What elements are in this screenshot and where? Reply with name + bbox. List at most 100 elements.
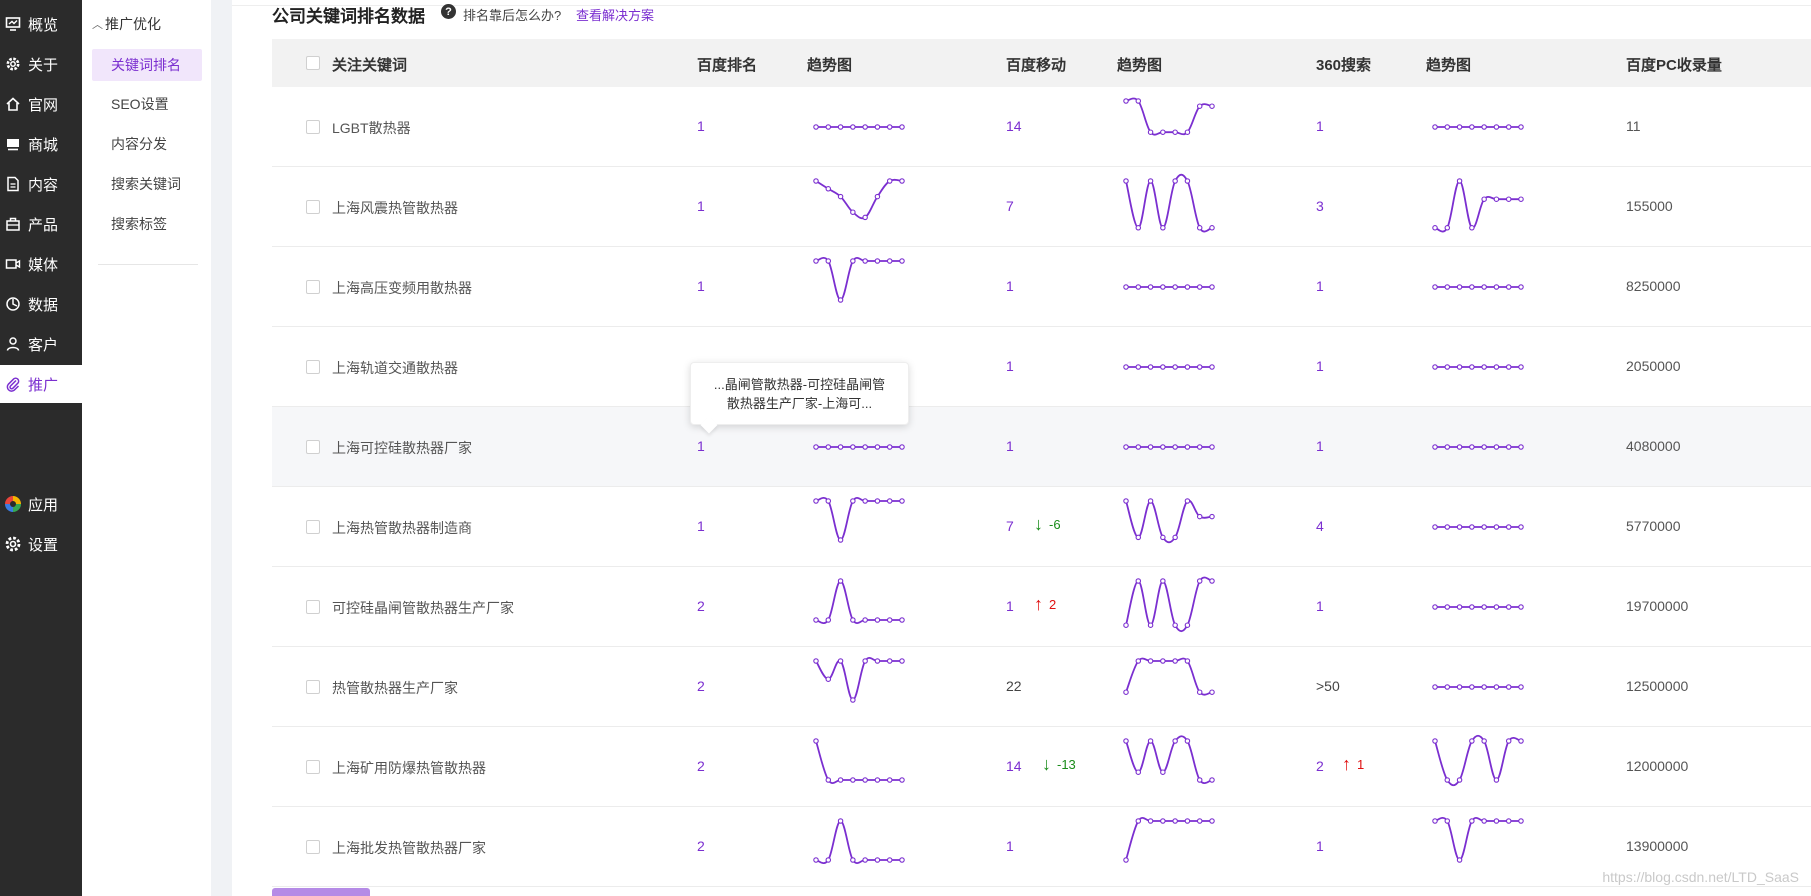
trend-point (1147, 444, 1154, 450)
subnav-item-search-keywords[interactable]: 搜索关键词 (92, 168, 202, 200)
sub-nav: ︿ 推广优化 关键词排名 SEO设置 内容分发 搜索关键词 搜索标签 (82, 0, 211, 896)
trend-point (1135, 364, 1142, 370)
nav-item-about[interactable]: 关于 (0, 45, 82, 83)
nav-item-customer[interactable]: 客户 (0, 325, 82, 363)
trend-point (1518, 604, 1524, 610)
baidu-rank-cell: 1 (697, 118, 705, 134)
bottom-action-button[interactable] (272, 888, 370, 896)
baidu-pc-index-cell: 13900000 (1626, 838, 1689, 854)
row-checkbox[interactable] (306, 520, 320, 534)
trend-point (1469, 738, 1475, 744)
row-checkbox[interactable] (306, 280, 320, 294)
nav-item-label: 设置 (28, 536, 59, 554)
trend-point (1135, 658, 1142, 664)
nav-item-website[interactable]: 官网 (0, 85, 82, 123)
trend-point (1135, 225, 1142, 231)
table-row[interactable]: LGBT散热器 1 14 1 11 (272, 87, 1811, 167)
trend-point (1147, 622, 1154, 628)
rank-change-value: 1 (1357, 757, 1365, 772)
baidu-rank-cell: 2 (697, 678, 705, 694)
table-row[interactable]: 上海矿用防爆热管散热器 2 14 2 12000000 ↓ -13 ↑ 1 (272, 727, 1811, 807)
trend-point (837, 124, 844, 130)
trend-point (1469, 225, 1475, 231)
keyword-cell: LGBT散热器 (332, 120, 411, 136)
mobile-trend-sparkline (1123, 97, 1215, 136)
trend-point (1209, 818, 1215, 824)
subnav-item-search-tags[interactable]: 搜索标签 (92, 208, 202, 240)
row-checkbox[interactable] (306, 840, 320, 854)
nav-item-label: 客户 (28, 336, 59, 354)
baidu-rank-cell: 2 (697, 838, 705, 854)
nav-item-product[interactable]: 产品 (0, 205, 82, 243)
nav-item-promotion[interactable]: 推广 (0, 365, 82, 403)
nav-item-apps[interactable]: 应用 (0, 485, 82, 523)
table-row[interactable]: 上海风震热管散热器 1 7 3 155000 (272, 167, 1811, 247)
table-row[interactable]: 上海热管散热器制造商 1 7 4 5770000 ↓ -6 (272, 487, 1811, 567)
360-search-cell: 1 (1316, 118, 1324, 134)
trend-point (825, 777, 832, 783)
table-row[interactable]: 热管散热器生产厂家 2 22 >50 12500000 (272, 647, 1811, 727)
nav-item-media[interactable]: 媒体 (0, 245, 82, 283)
trend-point (837, 297, 844, 303)
360-search-cell: 1 (1316, 838, 1324, 854)
view-solution-link[interactable]: 查看解决方案 (576, 5, 654, 24)
rank-change-value: -13 (1057, 757, 1076, 772)
keyword-tooltip: ...晶闸管散热器-可控硅晶闸管 散热器生产厂家-上海可... (690, 362, 909, 425)
nav-item-settings[interactable]: 设置 (0, 525, 82, 563)
trend-point (1469, 444, 1475, 450)
trend-point (825, 857, 832, 863)
table-row[interactable]: 上海高压变频用散热器 1 1 1 8250000 (272, 247, 1811, 327)
trend-point (1505, 124, 1512, 130)
trend-point (874, 658, 881, 664)
table-row[interactable]: 上海轨道交通散热器 1 1 2050000 (272, 327, 1811, 407)
trend-point (1209, 364, 1215, 370)
trend-point (886, 617, 893, 623)
trend-line (1125, 817, 1212, 861)
row-checkbox[interactable] (306, 760, 320, 774)
mobile-trend-sparkline (1123, 444, 1215, 450)
box-icon (4, 215, 22, 233)
trend-point (825, 444, 832, 450)
trend-point (1505, 684, 1512, 690)
question-circle-icon[interactable]: ? (441, 4, 456, 19)
trend-point (1123, 364, 1129, 370)
subnav-item-keyword-ranking[interactable]: 关键词排名 (92, 49, 202, 81)
arrow-down-icon: ↓ (1034, 514, 1043, 534)
table-row[interactable]: 上海可控硅散热器厂家 1 1 1 4080000 (272, 407, 1811, 487)
table-row[interactable]: 可控硅晶闸管散热器生产厂家 2 1 1 19700000 ↑ 2 (272, 567, 1811, 647)
subnav-item-label: 搜索标签 (111, 216, 167, 232)
trend-point (874, 124, 881, 130)
nav-item-overview[interactable]: 概览 (0, 5, 82, 43)
trend-point (1469, 124, 1475, 130)
trend-point (899, 258, 905, 264)
table-row[interactable]: 上海批发热管散热器厂家 2 1 1 13900000 (272, 807, 1811, 887)
nav-item-mall[interactable]: 商城 (0, 125, 82, 163)
subnav-group-header[interactable]: ︿ 推广优化 (92, 14, 161, 34)
row-checkbox[interactable] (306, 200, 320, 214)
trend-point (1444, 444, 1451, 450)
trend-point (1160, 658, 1166, 664)
row-checkbox[interactable] (306, 360, 320, 374)
nav-item-data[interactable]: 数据 (0, 285, 82, 323)
keyword-cell: 上海高压变频用散热器 (332, 280, 472, 296)
baidu-mobile-cell: 7 (1006, 198, 1014, 214)
trend-point (874, 777, 881, 783)
trend-point (1135, 444, 1142, 450)
nav-item-content[interactable]: 内容 (0, 165, 82, 203)
360-search-cell: 1 (1316, 438, 1324, 454)
subnav-item-content-distribution[interactable]: 内容分发 (92, 128, 202, 160)
baidu-mobile-cell: 1 (1006, 358, 1014, 374)
trend-point (1493, 196, 1500, 202)
row-checkbox[interactable] (306, 440, 320, 454)
subnav-item-seo-settings[interactable]: SEO设置 (92, 88, 202, 120)
row-checkbox[interactable] (306, 680, 320, 694)
select-all-checkbox[interactable] (306, 56, 320, 70)
row-checkbox[interactable] (306, 600, 320, 614)
keyword-cell: 上海热管散热器制造商 (332, 520, 472, 536)
trend-point (1160, 818, 1166, 824)
trend-point (1147, 738, 1154, 744)
trend-point (899, 498, 905, 504)
trend-point (1196, 777, 1203, 783)
trend-point (1493, 818, 1500, 824)
row-checkbox[interactable] (306, 120, 320, 134)
